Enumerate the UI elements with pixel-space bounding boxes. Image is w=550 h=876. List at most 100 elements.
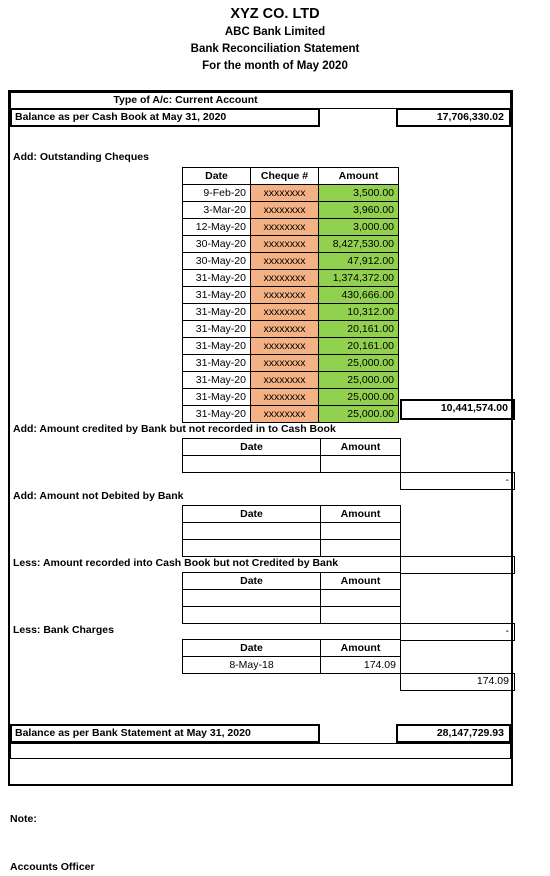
cheque-amount-cell: 430,666.00 (318, 286, 399, 304)
account-type-row: Type of A/c: Current Account (10, 92, 511, 109)
col-header-amount: Amount (320, 505, 401, 523)
cheque-amount-cell: 1,374,372.00 (318, 269, 399, 287)
bank-charges-total: 174.09 (400, 673, 515, 691)
cheque-amount-cell: 20,161.00 (318, 337, 399, 355)
outstanding-cheques-total: 10,441,574.00 (400, 399, 515, 420)
bank-charges-table: Date Amount 8-May-18 174.09 (182, 639, 401, 674)
entry-date-cell (182, 522, 321, 540)
entry-amount-cell (320, 589, 401, 607)
statement-title: Bank Reconciliation Statement (190, 43, 360, 55)
col-header-amount: Amount (320, 572, 401, 590)
entry-date-cell (182, 539, 321, 557)
col-header-date: Date (182, 505, 321, 523)
closing-balance-row: Balance as per Bank Statement at May 31,… (10, 724, 511, 743)
entry-amount-cell (320, 606, 401, 624)
table-row: 31-May-20 xxxxxxxx 25,000.00 (182, 405, 399, 423)
cheque-amount-cell: 25,000.00 (318, 371, 399, 389)
cheque-date-cell: 30-May-20 (182, 252, 251, 270)
not-debited-table: Date Amount (182, 505, 401, 557)
cheque-date-cell: 31-May-20 (182, 286, 251, 304)
cheque-date-cell: 31-May-20 (182, 388, 251, 406)
cheque-number-cell: xxxxxxxx (250, 235, 319, 253)
table-row: 31-May-20 xxxxxxxx 20,161.00 (182, 320, 399, 338)
cheque-amount-cell: 25,000.00 (318, 388, 399, 406)
account-type-label: Type of A/c: Current Account (10, 92, 511, 109)
table-row: 12-May-20 xxxxxxxx 3,000.00 (182, 218, 399, 236)
note-label: Note: (10, 813, 37, 825)
closing-balance-gap (320, 724, 396, 743)
cheque-date-cell: 31-May-20 (182, 337, 251, 355)
cheque-amount-cell: 3,960.00 (318, 201, 399, 219)
section-label-bank-charges: Less: Bank Charges (13, 624, 114, 636)
section-label-not-debited: Add: Amount not Debited by Bank (13, 490, 184, 502)
table-row: 3-Mar-20 xxxxxxxx 3,960.00 (182, 201, 399, 219)
cheque-number-cell: xxxxxxxx (250, 252, 319, 270)
cheque-number-cell: xxxxxxxx (250, 354, 319, 372)
cheque-number-cell: xxxxxxxx (250, 201, 319, 219)
table-row (182, 522, 401, 540)
col-header-date: Date (182, 438, 321, 456)
table-row: 30-May-20 xxxxxxxx 47,912.00 (182, 252, 399, 270)
cheque-date-cell: 31-May-20 (182, 405, 251, 423)
table-row: 31-May-20 xxxxxxxx 10,312.00 (182, 303, 399, 321)
cheque-date-cell: 12-May-20 (182, 218, 251, 236)
signatory-label: Accounts Officer (10, 861, 95, 873)
cheque-amount-cell: 3,000.00 (318, 218, 399, 236)
bank-name: ABC Bank Limited (224, 26, 326, 38)
cheque-amount-cell: 8,427,530.00 (318, 235, 399, 253)
statement-period: For the month of May 2020 (202, 60, 348, 72)
section-label-recorded-not-credited: Less: Amount recorded into Cash Book but… (13, 557, 339, 569)
entry-amount-cell: 174.09 (320, 656, 401, 674)
entry-amount-cell (320, 522, 401, 540)
table-row: 8-May-18 174.09 (182, 656, 401, 674)
sheet-body: Add: Outstanding Cheques Date Cheque # A… (10, 127, 515, 784)
cheque-number-cell: xxxxxxxx (250, 405, 319, 423)
table-header-row: Date Cheque # Amount (182, 167, 399, 185)
entry-amount-cell (320, 539, 401, 557)
col-header-amount: Amount (320, 639, 401, 657)
entry-date-cell (182, 455, 321, 473)
cheque-number-cell: xxxxxxxx (250, 337, 319, 355)
recorded-not-credited-table: Date Amount (182, 572, 401, 624)
entry-date-cell: 8-May-18 (182, 656, 321, 674)
cheque-number-cell: xxxxxxxx (250, 269, 319, 287)
col-header-date: Date (182, 639, 321, 657)
entry-amount-cell (320, 455, 401, 473)
col-header-date: Date (182, 167, 251, 185)
table-row: 31-May-20 xxxxxxxx 25,000.00 (182, 388, 399, 406)
company-name: XYZ CO. LTD (230, 6, 320, 22)
cheque-date-cell: 31-May-20 (182, 269, 251, 287)
cheque-date-cell: 31-May-20 (182, 371, 251, 389)
cheque-date-cell: 9-Feb-20 (182, 184, 251, 202)
not-debited-total (400, 556, 515, 574)
credited-not-recorded-table: Date Amount (182, 438, 401, 473)
table-row (182, 606, 401, 624)
table-header-row: Date Amount (182, 505, 401, 523)
table-row (182, 539, 401, 557)
sheet-trailing-strip (10, 743, 511, 759)
table-row: 30-May-20 xxxxxxxx 8,427,530.00 (182, 235, 399, 253)
section-label-outstanding-cheques: Add: Outstanding Cheques (13, 151, 149, 163)
credited-not-recorded-total: - (400, 472, 515, 490)
reconciliation-sheet: Type of A/c: Current Account Balance as … (8, 90, 515, 786)
cheque-date-cell: 31-May-20 (182, 320, 251, 338)
opening-balance-row: Balance as per Cash Book at May 31, 2020… (10, 108, 511, 127)
closing-balance-amount: 28,147,729.93 (396, 724, 511, 743)
cheque-amount-cell: 25,000.00 (318, 405, 399, 423)
table-row: 9-Feb-20 xxxxxxxx 3,500.00 (182, 184, 399, 202)
entry-date-cell (182, 606, 321, 624)
recorded-not-credited-total: - (400, 623, 515, 641)
table-row: 31-May-20 xxxxxxxx 430,666.00 (182, 286, 399, 304)
col-header-amount: Amount (320, 438, 401, 456)
cheque-number-cell: xxxxxxxx (250, 303, 319, 321)
table-header-row: Date Amount (182, 438, 401, 456)
table-row: 31-May-20 xxxxxxxx 25,000.00 (182, 371, 399, 389)
cheque-number-cell: xxxxxxxx (250, 218, 319, 236)
cheque-date-cell: 31-May-20 (182, 303, 251, 321)
section-label-credited-not-recorded: Add: Amount credited by Bank but not rec… (13, 423, 336, 435)
document-header: XYZ CO. LTD ABC Bank Limited Bank Reconc… (0, 0, 550, 75)
cheque-amount-cell: 47,912.00 (318, 252, 399, 270)
table-header-row: Date Amount (182, 639, 401, 657)
cheque-amount-cell: 20,161.00 (318, 320, 399, 338)
opening-balance-amount: 17,706,330.02 (396, 108, 511, 127)
